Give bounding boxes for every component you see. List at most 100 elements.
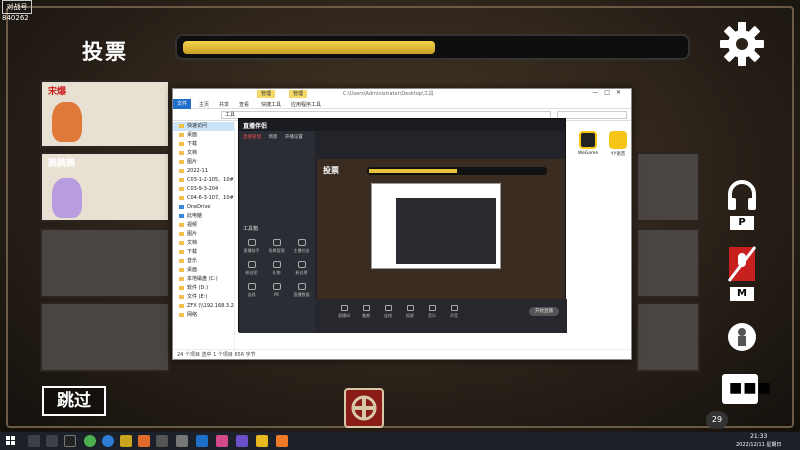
app-taskbar-icon[interactable] bbox=[84, 435, 96, 447]
context-tab-manage[interactable]: 管理 bbox=[289, 90, 308, 98]
tool-icon bbox=[428, 305, 436, 311]
nav-item[interactable]: C04-6-3-107、10# bbox=[173, 194, 234, 203]
app-taskbar-icon[interactable] bbox=[64, 435, 76, 447]
search-input[interactable] bbox=[557, 111, 627, 119]
yy-shortcut[interactable]: YY语音 bbox=[605, 131, 631, 157]
toolbox-grid: 直播助手 场景管理 主播任务粉丝团 礼物 粉丝榜连线 PK 直播数据 bbox=[239, 237, 315, 303]
nav-item[interactable]: 快速访问 bbox=[173, 122, 234, 131]
nav-item-label: 下载 bbox=[187, 141, 198, 147]
toolbox-item[interactable]: 礼物 bbox=[264, 259, 289, 281]
app-logo: 直播伴侣 bbox=[243, 123, 268, 130]
toolbox-item[interactable]: 连线 bbox=[239, 281, 264, 303]
app-taskbar-icon[interactable] bbox=[276, 435, 288, 447]
tool-label: 连线 bbox=[247, 292, 256, 297]
app-taskbar-icon[interactable] bbox=[216, 435, 228, 447]
player-card[interactable]: 鹅鹅鹅 bbox=[40, 152, 170, 222]
nav-item-label: 快速访问 bbox=[187, 123, 208, 129]
app-taskbar-icon[interactable] bbox=[156, 435, 168, 447]
nav-item-label: 音乐 bbox=[187, 258, 198, 264]
app-taskbar-icon[interactable] bbox=[120, 435, 132, 447]
ribbon-tab-app-tools[interactable]: 应用程序工具 bbox=[291, 101, 321, 108]
nav-item[interactable]: 桌面 bbox=[173, 266, 234, 275]
ribbon-tab-home[interactable]: 主页 bbox=[199, 101, 209, 108]
nav-item[interactable]: 此电脑 bbox=[173, 212, 234, 221]
task-view-icon[interactable] bbox=[46, 435, 58, 447]
bottom-tool[interactable]: 音乐 bbox=[423, 305, 441, 319]
toolbox-item[interactable]: 直播数据 bbox=[289, 281, 314, 303]
bottom-tool[interactable]: 连线 bbox=[379, 305, 397, 319]
bottom-tool[interactable]: 直播间 bbox=[335, 305, 353, 319]
nav-item[interactable]: 网络 bbox=[173, 311, 234, 320]
app-bottom-toolbar: 直播间 美颜 连线 投屏 音乐 声音 bbox=[315, 299, 567, 333]
ribbon-tab-share[interactable]: 共享 bbox=[219, 101, 229, 108]
nav-item[interactable]: 下载 bbox=[173, 248, 234, 257]
listen-key: P bbox=[730, 216, 754, 230]
tool-icon bbox=[272, 261, 281, 268]
settings-gear-icon[interactable] bbox=[718, 20, 766, 68]
nav-item[interactable]: 2022-11 bbox=[173, 167, 234, 176]
nav-item-label: 下载 bbox=[187, 249, 198, 255]
nav-item[interactable]: 下载 bbox=[173, 140, 234, 149]
nav-item[interactable]: 桌面 bbox=[173, 131, 234, 140]
nav-item[interactable]: 文档 bbox=[173, 149, 234, 158]
app-taskbar-icon[interactable] bbox=[196, 435, 208, 447]
toolbox-item[interactable]: PK bbox=[264, 281, 289, 303]
nav-item[interactable]: 文档 bbox=[173, 239, 234, 248]
nav-item[interactable]: 软件 (D:) bbox=[173, 284, 234, 293]
search-taskbar-icon[interactable] bbox=[28, 435, 40, 447]
nav-item[interactable]: C03-9-3-204 bbox=[173, 185, 234, 194]
folder-icon bbox=[179, 276, 184, 281]
go-live-button[interactable]: 开始直播 bbox=[529, 307, 559, 316]
nav-item[interactable]: 视频 bbox=[173, 221, 234, 230]
app-taskbar-icon[interactable] bbox=[236, 435, 248, 447]
bottom-tool[interactable]: 声音 bbox=[445, 305, 463, 319]
bottom-tool[interactable]: 投屏 bbox=[401, 305, 419, 319]
tool-label: 音乐 bbox=[428, 313, 436, 318]
toolbox-item[interactable]: 粉丝团 bbox=[239, 259, 264, 281]
system-clock[interactable]: 21:33 2022/12/11 星期日 bbox=[736, 433, 781, 449]
pawn-icon bbox=[728, 323, 756, 351]
app-taskbar-icon[interactable] bbox=[138, 435, 150, 447]
nav-item[interactable]: 文件 (E:) bbox=[173, 293, 234, 302]
stream-preview: 投票 bbox=[317, 159, 565, 301]
tab-scenes[interactable]: 场景 bbox=[268, 135, 277, 140]
bottom-tool[interactable]: 美颜 bbox=[357, 305, 375, 319]
app-titlebar: 直播伴侣 bbox=[239, 119, 565, 131]
role-control[interactable] bbox=[724, 322, 760, 356]
tool-icon bbox=[362, 305, 370, 311]
browser-taskbar-icon[interactable] bbox=[102, 435, 114, 447]
toolbox-item[interactable]: 场景管理 bbox=[264, 237, 289, 259]
nav-item[interactable]: ZFX (\\192.168.3.2) bbox=[173, 302, 234, 311]
context-tab-manage[interactable]: 管理 bbox=[257, 90, 276, 98]
ribbon-tab-view[interactable]: 查看 bbox=[239, 101, 249, 108]
nav-item[interactable]: 本地磁盘 (C:) bbox=[173, 275, 234, 284]
player-card-empty bbox=[636, 152, 700, 222]
window-controls[interactable]: —□✕ bbox=[592, 89, 627, 96]
tab-stream-settings[interactable]: 开播设置 bbox=[285, 135, 303, 140]
streaming-app-window[interactable]: 直播伴侣 直播管理 场景 开播设置 工具箱 直播助手 场景管理 主播任务 粉丝团 礼物 粉… bbox=[238, 118, 567, 333]
nav-item[interactable]: C03-1-2-105、10# bbox=[173, 176, 234, 185]
folder-icon bbox=[179, 132, 184, 137]
listen-control[interactable]: P bbox=[724, 178, 760, 230]
shortcut-label: YY语音 bbox=[610, 152, 626, 157]
skip-vote-button[interactable]: 跳过 bbox=[42, 386, 106, 416]
mute-control[interactable]: M bbox=[724, 245, 760, 301]
toolbox-item[interactable]: 主播任务 bbox=[289, 237, 314, 259]
skip-vote-icon[interactable] bbox=[344, 388, 384, 428]
player-card[interactable]: 宋爆 bbox=[40, 80, 170, 148]
tab-live-manage[interactable]: 直播管理 bbox=[243, 135, 261, 140]
app-taskbar-icon[interactable] bbox=[176, 435, 188, 447]
toolbox-item[interactable]: 粉丝榜 bbox=[289, 259, 314, 281]
toolbox-item[interactable]: 直播助手 bbox=[239, 237, 264, 259]
nav-item[interactable]: 图片 bbox=[173, 158, 234, 167]
nav-item[interactable]: OneDrive bbox=[173, 203, 234, 212]
windows-start-icon[interactable] bbox=[6, 436, 16, 446]
folder-icon bbox=[179, 240, 184, 245]
folder-taskbar-icon[interactable] bbox=[256, 435, 268, 447]
ribbon-tab-file[interactable]: 文件 bbox=[173, 99, 191, 109]
nav-item[interactable]: 图片 bbox=[173, 230, 234, 239]
wegame-shortcut[interactable]: WeGame bbox=[575, 131, 601, 156]
nav-item[interactable]: 音乐 bbox=[173, 257, 234, 266]
wegame-icon bbox=[579, 131, 597, 149]
ribbon-tab-shortcut-tools[interactable]: 快捷工具 bbox=[261, 101, 281, 108]
